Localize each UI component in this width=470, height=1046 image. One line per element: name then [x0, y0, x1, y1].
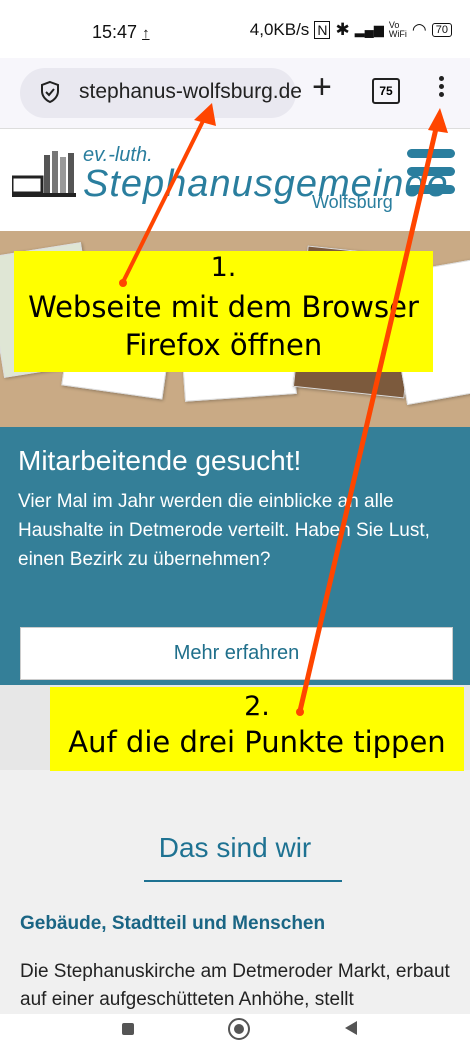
- nfc-icon: N: [314, 21, 331, 39]
- vowifi-icon: Vo WiFi: [388, 20, 407, 39]
- upload-arrow-icon: ↑: [142, 25, 150, 42]
- annotation-step-1-line1: Webseite mit dem Browser: [28, 290, 419, 324]
- url-bar[interactable]: stephanus-wolfsburg.de: [20, 68, 302, 118]
- menu-dot: [438, 84, 444, 89]
- recents-icon[interactable]: [122, 1023, 134, 1035]
- back-icon[interactable]: [345, 1021, 357, 1035]
- signal-icon: ▂▄▆: [354, 22, 384, 37]
- battery-icon: 70: [431, 23, 452, 37]
- wifi-icon: ◠: [411, 20, 427, 39]
- section-divider: [144, 880, 342, 882]
- browser-toolbar: stephanus-wolfsburg.de + 75: [0, 58, 470, 129]
- section-subheading: Gebäude, Stadtteil und Menschen: [20, 913, 326, 934]
- home-icon[interactable]: [228, 1018, 250, 1040]
- hamburger-menu-icon[interactable]: [407, 149, 455, 204]
- menu-button[interactable]: [438, 73, 444, 107]
- annotation-step-1: 1. Webseite mit dem Browser Firefox öffn…: [14, 251, 433, 372]
- site-header: ev.-luth. Stephanusgemeinde Wolfsburg: [0, 129, 470, 231]
- logo-city: Wolfsburg: [312, 192, 393, 212]
- section-body: Die Stephanuskirche am Detmeroder Markt,…: [20, 961, 450, 1010]
- url-text[interactable]: stephanus-wolfsburg.de: [79, 80, 302, 104]
- hamburger-bar: [407, 149, 455, 158]
- network-speed: 4,0KB/s: [249, 20, 310, 39]
- status-icons: 4,0KB/s N ✱ ▂▄▆ Vo WiFi ◠ 70: [250, 20, 452, 40]
- status-time: 15:47 ↑: [92, 22, 150, 42]
- menu-dot: [438, 76, 444, 81]
- annotation-step-2-text: Auf die drei Punkte tippen: [68, 725, 446, 759]
- bluetooth-icon: ✱: [335, 20, 350, 39]
- menu-dot: [438, 92, 444, 97]
- section-title: Das sind wir: [158, 832, 312, 863]
- annotation-step-1-line2: Firefox öffnen: [124, 328, 323, 362]
- tab-count-button[interactable]: 75: [372, 78, 400, 104]
- shield-icon[interactable]: [38, 80, 62, 104]
- books-logo-icon[interactable]: [12, 147, 77, 199]
- annotation-step-1-number: 1.: [210, 252, 237, 283]
- new-tab-button[interactable]: +: [312, 70, 332, 104]
- mehr-erfahren-button[interactable]: Mehr erfahren: [20, 627, 453, 680]
- hamburger-bar: [407, 185, 455, 194]
- banner-heading: Mitarbeitende gesucht!: [18, 445, 302, 476]
- android-nav-bar: [0, 1014, 470, 1046]
- annotation-step-2: 2. Auf die drei Punkte tippen: [50, 687, 464, 771]
- status-bar: 15:47 ↑ 4,0KB/s N ✱ ▂▄▆ Vo WiFi ◠ 70: [0, 0, 470, 58]
- annotation-step-2-number: 2.: [244, 691, 270, 722]
- banner-text: Vier Mal im Jahr werden die einblicke an…: [18, 491, 430, 570]
- logo-title[interactable]: Stephanusgemeinde: [83, 163, 449, 206]
- annotation-step-1-text: Webseite mit dem Browser Firefox öffnen: [14, 288, 433, 364]
- hamburger-bar: [407, 167, 455, 176]
